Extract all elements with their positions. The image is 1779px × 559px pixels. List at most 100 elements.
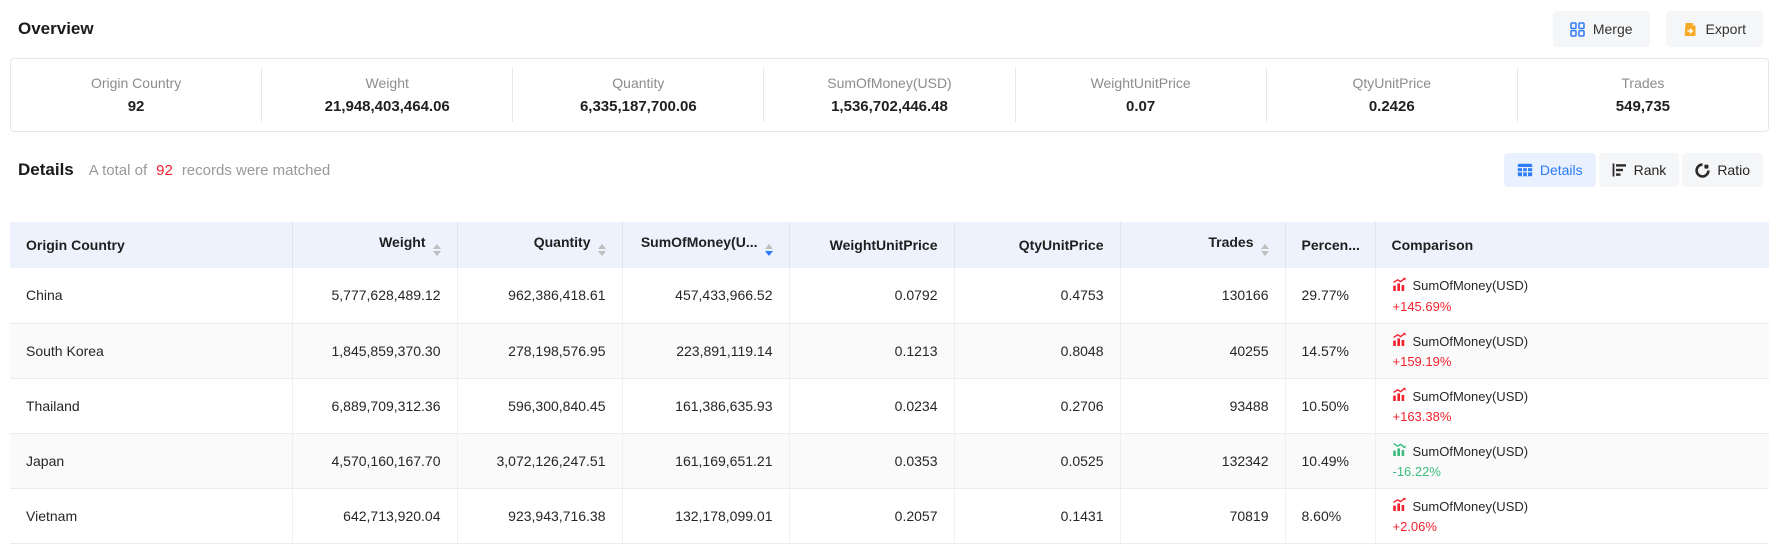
column-header: Comparison <box>1375 222 1769 268</box>
comparison-change: +145.69% <box>1393 299 1754 314</box>
cell-sum-of-money: 132,178,099.01 <box>622 488 789 543</box>
sort-icon[interactable] <box>765 244 773 256</box>
column-header-label: Origin Country <box>26 237 125 253</box>
cell-comparison: SumOfMoney(USD) +2.06% <box>1375 488 1769 543</box>
view-tab-ratio[interactable]: Ratio <box>1682 153 1763 187</box>
cell-sum-of-money: 223,891,119.14 <box>622 323 789 378</box>
trend-down-icon <box>1392 442 1407 460</box>
cell-origin-country: China <box>10 268 292 323</box>
overview-stat: QtyUnitPrice 0.2426 <box>1267 68 1518 122</box>
overview-stat-value: 6,335,187,700.06 <box>513 98 763 115</box>
column-header-label: Comparison <box>1392 237 1474 253</box>
column-header: WeightUnitPrice <box>789 222 954 268</box>
trend-up-icon <box>1392 387 1407 405</box>
comparison-metric: SumOfMoney(USD) <box>1413 278 1529 293</box>
column-header: QtyUnitPrice <box>954 222 1120 268</box>
topbar-actions: Merge Export <box>1553 11 1763 47</box>
cell-percentage: 10.50% <box>1285 378 1375 433</box>
comparison-metric: SumOfMoney(USD) <box>1413 389 1529 404</box>
overview-stat-label: Weight <box>262 75 512 91</box>
trend-up-icon <box>1392 497 1407 515</box>
cell-weight-unit-price: 0.2057 <box>789 488 954 543</box>
overview-stat-value: 549,735 <box>1518 98 1768 115</box>
column-header[interactable]: Weight <box>292 222 457 268</box>
view-tab-label: Rank <box>1634 162 1667 178</box>
cell-percentage: 29.77% <box>1285 268 1375 323</box>
cell-comparison: SumOfMoney(USD) -16.22% <box>1375 433 1769 488</box>
cell-quantity: 278,198,576.95 <box>457 323 622 378</box>
cell-comparison: SumOfMoney(USD) +163.38% <box>1375 378 1769 433</box>
table-row[interactable]: South Korea 1,845,859,370.30 278,198,576… <box>10 323 1769 378</box>
overview-stat-value: 0.07 <box>1016 98 1266 115</box>
cell-origin-country: Japan <box>10 433 292 488</box>
cell-trades: 93488 <box>1120 378 1285 433</box>
trend-up-icon <box>1392 277 1407 295</box>
view-tab-label: Ratio <box>1717 162 1750 178</box>
cell-qty-unit-price: 0.1431 <box>954 488 1120 543</box>
overview-stat: Origin Country 92 <box>11 68 262 122</box>
view-tab-rank[interactable]: Rank <box>1599 153 1680 187</box>
trend-icon-slot <box>1392 442 1407 460</box>
export-button-label: Export <box>1706 21 1746 37</box>
merge-button[interactable]: Merge <box>1553 11 1650 47</box>
table-body: China 5,777,628,489.12 962,386,418.61 45… <box>10 268 1769 543</box>
table-icon <box>1517 163 1533 177</box>
table-header-row: Origin Country Weight Quantity SumOfMoney(U… <box>10 222 1769 268</box>
column-header-label: Trades <box>1208 234 1253 250</box>
cell-trades: 132342 <box>1120 433 1285 488</box>
details-title: Details <box>18 160 74 180</box>
overview-stat-label: WeightUnitPrice <box>1016 75 1266 91</box>
overview-stat: SumOfMoney(USD) 1,536,702,446.48 <box>764 68 1015 122</box>
cell-origin-country: Vietnam <box>10 488 292 543</box>
column-header-label: Weight <box>379 234 425 250</box>
cell-weight-unit-price: 0.0234 <box>789 378 954 433</box>
sort-icon[interactable] <box>1261 244 1269 256</box>
comparison-metric: SumOfMoney(USD) <box>1413 444 1529 459</box>
export-icon <box>1683 22 1698 37</box>
column-header[interactable]: Trades <box>1120 222 1285 268</box>
overview-stat-value: 21,948,403,464.06 <box>262 98 512 115</box>
column-header[interactable]: Quantity <box>457 222 622 268</box>
comparison-change: +163.38% <box>1393 409 1754 424</box>
cell-percentage: 8.60% <box>1285 488 1375 543</box>
trend-icon-slot <box>1392 387 1407 405</box>
overview-stat: Weight 21,948,403,464.06 <box>262 68 513 122</box>
table-row[interactable]: Vietnam 642,713,920.04 923,943,716.38 13… <box>10 488 1769 543</box>
cell-weight-unit-price: 0.0353 <box>789 433 954 488</box>
column-header: Origin Country <box>10 222 292 268</box>
column-header-label: SumOfMoney(U... <box>641 234 758 250</box>
sort-icon[interactable] <box>433 244 441 256</box>
cell-origin-country: South Korea <box>10 323 292 378</box>
details-bar: Details A total of 92 records were match… <box>18 150 1763 190</box>
cell-origin-country: Thailand <box>10 378 292 433</box>
cell-qty-unit-price: 0.2706 <box>954 378 1120 433</box>
cell-trades: 130166 <box>1120 268 1285 323</box>
merge-button-label: Merge <box>1593 21 1633 37</box>
summary-suffix: records were matched <box>182 162 330 179</box>
column-header[interactable]: SumOfMoney(U... <box>622 222 789 268</box>
comparison-change: +159.19% <box>1393 354 1754 369</box>
cell-sum-of-money: 457,433,966.52 <box>622 268 789 323</box>
cell-weight-unit-price: 0.0792 <box>789 268 954 323</box>
cell-trades: 70819 <box>1120 488 1285 543</box>
cell-weight: 5,777,628,489.12 <box>292 268 457 323</box>
trend-icon-slot <box>1392 332 1407 350</box>
topbar: Overview Merge Export <box>0 0 1779 52</box>
table-row[interactable]: China 5,777,628,489.12 962,386,418.61 45… <box>10 268 1769 323</box>
export-button[interactable]: Export <box>1666 11 1763 47</box>
cell-weight: 1,845,859,370.30 <box>292 323 457 378</box>
view-tab-label: Details <box>1540 162 1583 178</box>
cell-sum-of-money: 161,386,635.93 <box>622 378 789 433</box>
sort-icon[interactable] <box>598 244 606 256</box>
table-row[interactable]: Thailand 6,889,709,312.36 596,300,840.45… <box>10 378 1769 433</box>
cell-comparison: SumOfMoney(USD) +159.19% <box>1375 323 1769 378</box>
table-row[interactable]: Japan 4,570,160,167.70 3,072,126,247.51 … <box>10 433 1769 488</box>
cell-quantity: 596,300,840.45 <box>457 378 622 433</box>
cell-percentage: 14.57% <box>1285 323 1375 378</box>
overview-stat: Trades 549,735 <box>1518 68 1768 122</box>
comparison-change: -16.22% <box>1393 464 1754 479</box>
view-tab-details[interactable]: Details <box>1504 153 1596 187</box>
cell-percentage: 10.49% <box>1285 433 1375 488</box>
rank-icon <box>1612 163 1627 177</box>
column-header: Percen... <box>1285 222 1375 268</box>
